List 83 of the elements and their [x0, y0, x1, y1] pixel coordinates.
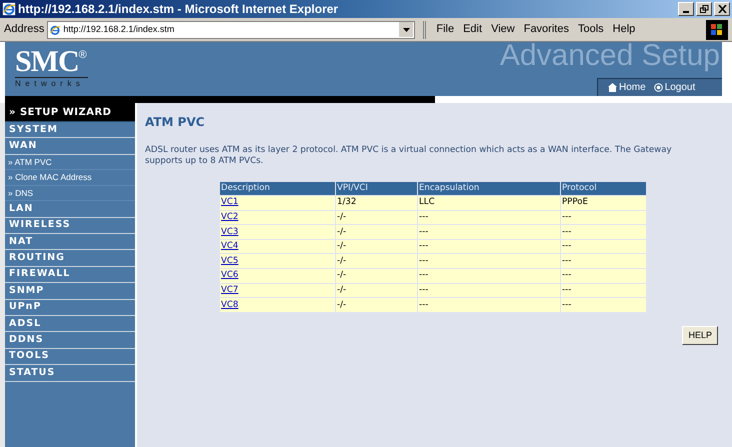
table-cell: LLC: [418, 196, 560, 210]
dropdown-button[interactable]: [399, 22, 414, 37]
column-header: VPI/VCI: [336, 182, 417, 195]
power-icon: [654, 83, 663, 92]
sidebar-link[interactable]: » SETUP WIZARD: [5, 103, 135, 122]
column-header: Protocol: [561, 182, 646, 195]
pvc-link[interactable]: VC7: [221, 284, 238, 295]
menu-item[interactable]: Help: [612, 21, 636, 38]
description-text: ADSL router uses ATM as its layer 2 protocol. ATM PVC is a virtual connection which acts as a WAN interface. The Gateway supports up to 8 ATM PVCs.: [145, 145, 673, 167]
sidebar-link[interactable]: TOOLS: [5, 348, 135, 366]
address-label: Address: [4, 22, 44, 38]
sidebar-subitem[interactable]: » ATM PVC: [5, 154, 135, 170]
table-cell: ---: [561, 254, 646, 268]
pvc-link[interactable]: VC5: [221, 256, 238, 266]
menu-item[interactable]: Favorites: [524, 21, 569, 38]
brand-logo: SMC: [15, 47, 79, 77]
restore-icon: [700, 5, 708, 13]
table-cell: ---: [418, 298, 560, 312]
sidebar-link[interactable]: NAT: [5, 234, 135, 250]
table-cell: -/-: [336, 225, 417, 239]
table-cell: ---: [561, 268, 646, 283]
help-button[interactable]: HELP: [682, 326, 718, 345]
table-cell: 1/32: [336, 196, 417, 210]
table-cell: ---: [561, 298, 646, 312]
menu-item[interactable]: Edit: [463, 21, 482, 38]
menu-item[interactable]: Tools: [578, 21, 604, 38]
caret-icon: [402, 28, 410, 32]
pvc-link[interactable]: VC6: [221, 270, 238, 280]
pvc-link[interactable]: VC4: [221, 241, 238, 252]
table-cell: ---: [418, 284, 560, 298]
sidebar-link[interactable]: LAN: [5, 201, 135, 218]
sidebar-subitem[interactable]: » DNS: [5, 186, 135, 202]
pvc-link[interactable]: VC1: [221, 197, 238, 208]
brand-tagline: Networks: [15, 77, 88, 90]
menu-item[interactable]: File: [436, 21, 454, 38]
browser-icon: [49, 24, 62, 36]
sidebar-link[interactable]: ADSL: [5, 316, 135, 332]
sidebar-link[interactable]: WIRELESS: [5, 218, 135, 234]
pvc-link[interactable]: VC2: [221, 212, 238, 222]
banner-title: Advanced Setup: [500, 39, 720, 73]
house-icon: [608, 83, 617, 92]
close-button[interactable]: [714, 2, 730, 16]
restore-button[interactable]: [696, 2, 712, 16]
menu-item[interactable]: View: [491, 21, 515, 38]
table-cell: -/-: [336, 210, 417, 224]
column-header: Encapsulation: [418, 182, 560, 195]
registered-mark: ®: [78, 48, 87, 63]
minimize-button[interactable]: [678, 2, 694, 16]
table-cell: ---: [561, 240, 646, 254]
table-cell: ---: [418, 268, 560, 283]
window-title: http://192.168.2.1/index.stm - Microsoft Internet Explorer: [18, 1, 338, 18]
sidebar-link[interactable]: FIREWALL: [5, 266, 135, 284]
sidebar-link[interactable]: ROUTING: [5, 250, 135, 267]
table-cell: ---: [561, 284, 646, 298]
address-field[interactable]: http://192.168.2.1/index.stm: [47, 20, 416, 38]
close-icon: [718, 5, 726, 13]
column-header: Description: [220, 182, 335, 195]
table-cell: ---: [418, 225, 560, 239]
table-cell: ---: [561, 225, 646, 239]
sidebar-link[interactable]: STATUS: [5, 365, 135, 382]
sidebar-subitem[interactable]: » Clone MAC Address: [5, 170, 135, 186]
table-cell: ---: [418, 254, 560, 268]
table-cell: ---: [418, 240, 560, 254]
logout-link[interactable]: Logout: [654, 80, 696, 95]
table-cell: ---: [561, 210, 646, 224]
pvc-link[interactable]: VC8: [221, 300, 238, 310]
page-heading: ATM PVC: [145, 114, 206, 131]
throbber-icon: [706, 20, 728, 40]
table-cell: -/-: [336, 298, 417, 312]
sidebar-link[interactable]: SNMP: [5, 283, 135, 300]
table-cell: -/-: [336, 240, 417, 254]
sidebar-link[interactable]: SYSTEM: [5, 122, 135, 138]
table-cell: ---: [418, 210, 560, 224]
pvc-link[interactable]: VC3: [221, 226, 238, 237]
sidebar-link[interactable]: WAN: [5, 138, 135, 155]
sidebar-link[interactable]: UPnP: [5, 300, 135, 316]
table-cell: -/-: [336, 268, 417, 283]
home-link[interactable]: Home: [608, 80, 646, 95]
browser-icon: [2, 2, 16, 16]
table-cell: PPPoE: [561, 196, 646, 210]
sidebar-link[interactable]: DDNS: [5, 332, 135, 349]
table-cell: -/-: [336, 284, 417, 298]
table-cell: -/-: [336, 254, 417, 268]
